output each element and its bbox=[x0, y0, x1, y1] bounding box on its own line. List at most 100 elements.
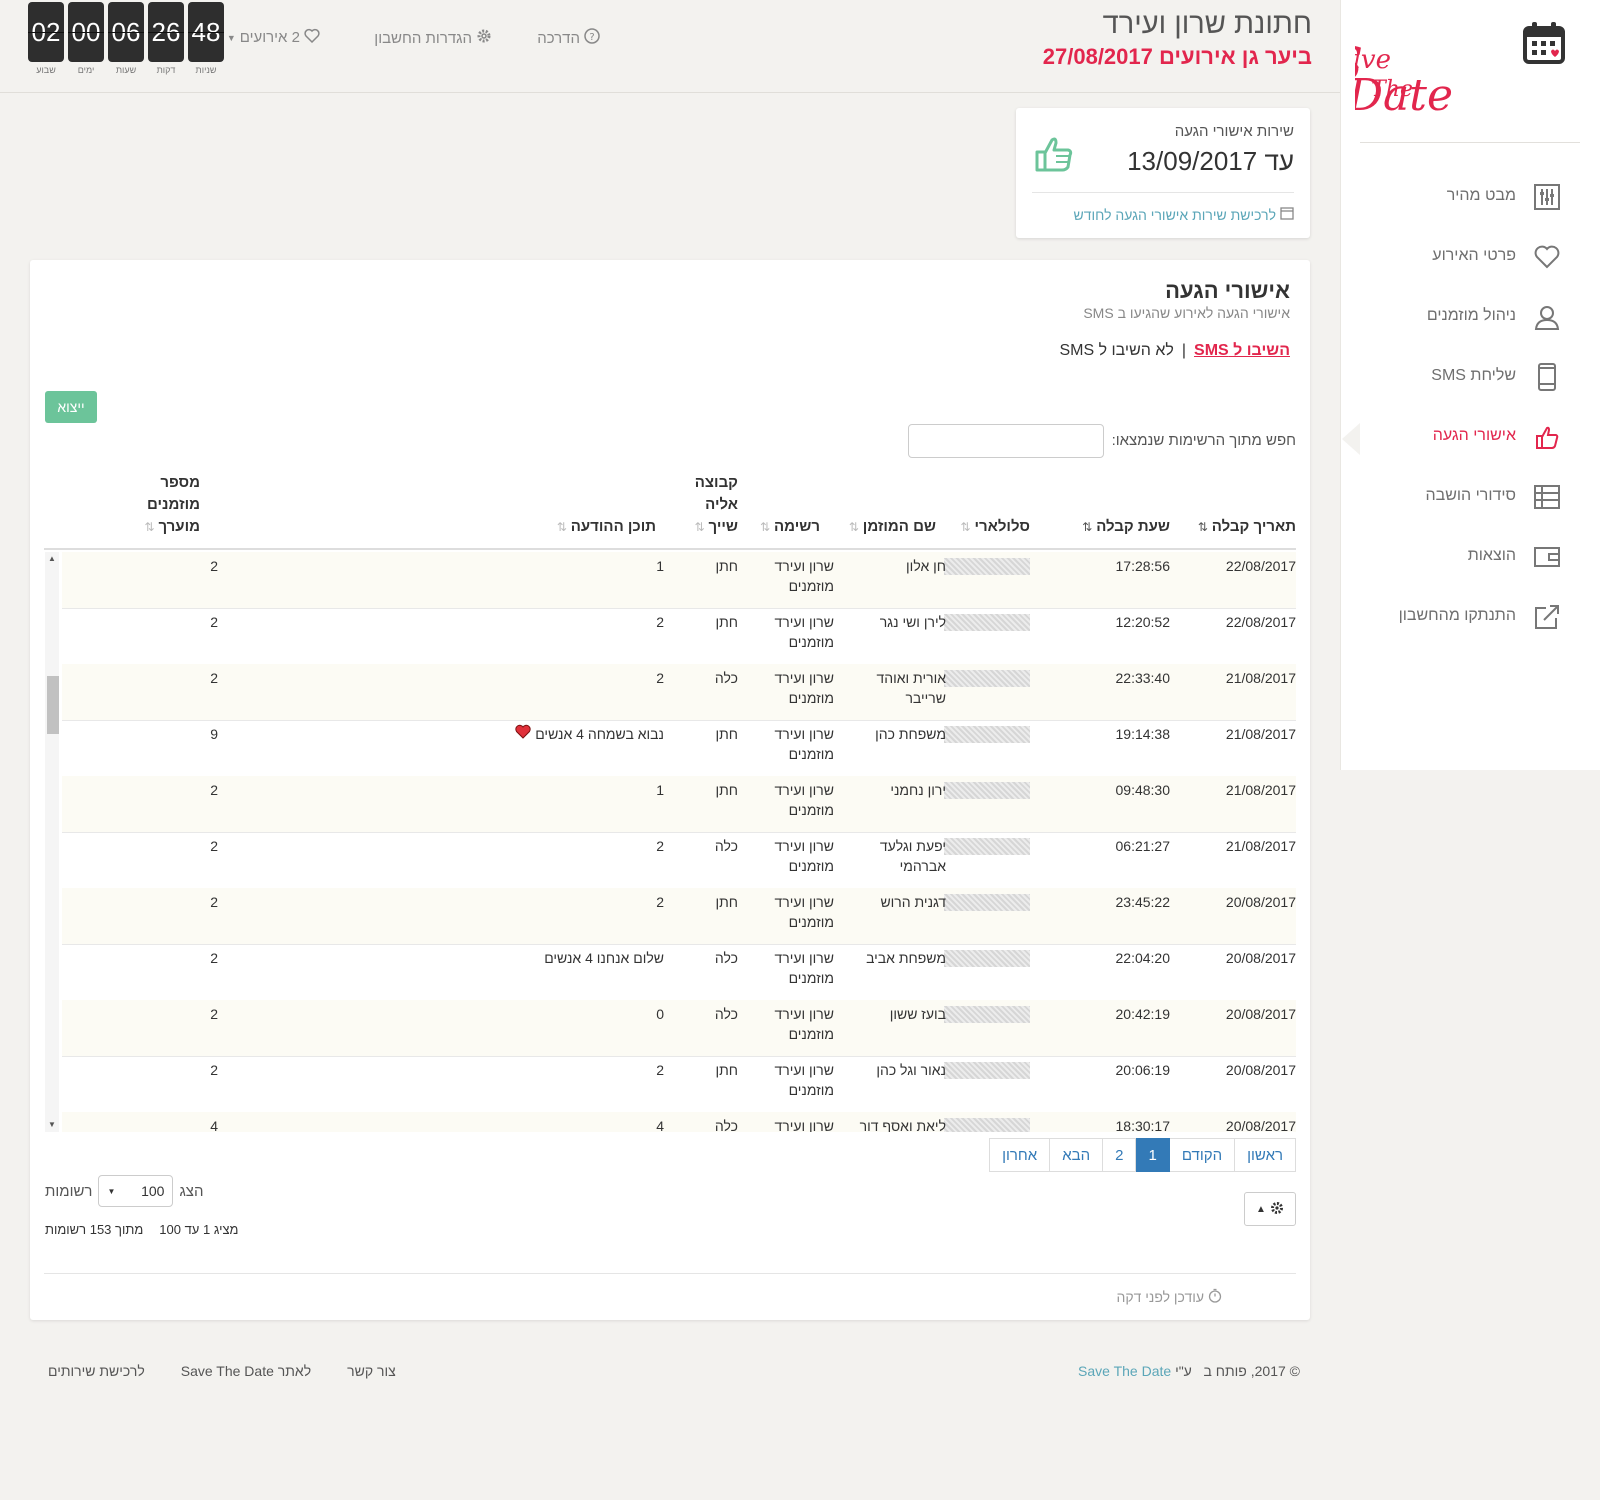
phone-redacted bbox=[944, 1006, 1030, 1023]
table-row[interactable]: 22/08/2017 17:28:56 חן אלון שרון ועירד מוזמ… bbox=[62, 552, 1296, 609]
page-2[interactable]: 2 bbox=[1102, 1138, 1137, 1172]
table-row[interactable]: 21/08/2017 19:14:38 משפחת כהן שרון ועירד מו… bbox=[62, 720, 1296, 777]
cell-message: 2 bbox=[656, 670, 664, 686]
svg-text:Date: Date bbox=[1355, 70, 1453, 121]
calendar-icon bbox=[1280, 206, 1294, 223]
panel-subtitle: אישורי הגעה לאירוע שהגיעו ב SMS bbox=[1083, 305, 1290, 321]
sidebar-item-seating[interactable]: סידורי הושבה bbox=[1340, 474, 1600, 520]
table-row[interactable]: 20/08/2017 23:45:22 דגנית הרוש שרון ועירד מ… bbox=[62, 888, 1296, 945]
question-circle-icon: ? bbox=[584, 28, 600, 48]
countdown-seconds: 48 שניות bbox=[188, 2, 224, 75]
account-settings-link[interactable]: הגדרות החשבון bbox=[374, 28, 492, 48]
contact-link[interactable]: צור קשר bbox=[347, 1363, 396, 1379]
countdown-minutes: 26 דקות bbox=[148, 2, 184, 75]
col-time[interactable]: שעת קבלה⇅ bbox=[1060, 516, 1170, 538]
cell-name: אורית ואוהד שרייבר bbox=[876, 670, 946, 706]
phone-redacted bbox=[944, 670, 1030, 687]
thumbs-up-icon bbox=[1532, 423, 1562, 451]
cell-time: 19:14:38 bbox=[1115, 726, 1171, 742]
cell-list: שרון ועירד מוזמנים bbox=[774, 950, 834, 986]
table-row[interactable]: 20/08/2017 22:04:20 משפחת אביב שרון ועירד מ… bbox=[62, 944, 1296, 1001]
page-size-value: 100 bbox=[141, 1183, 165, 1199]
col-list[interactable]: רשימה⇅ bbox=[750, 516, 820, 538]
cell-message: 2 bbox=[656, 838, 664, 854]
caret-up-icon: ▲ bbox=[1256, 1203, 1266, 1215]
last-updated: עודכן לפני דקה bbox=[1116, 1288, 1222, 1306]
cell-group: כלה bbox=[714, 670, 738, 686]
table-scrollbar[interactable]: ▲ ▼ bbox=[45, 552, 59, 1132]
phone-redacted bbox=[944, 614, 1030, 631]
scroll-down-arrow[interactable]: ▼ bbox=[45, 1118, 59, 1132]
sidebar-item-send-sms[interactable]: שליחת SMS bbox=[1340, 354, 1600, 400]
cell-guests: 2 bbox=[210, 782, 218, 798]
records-info: מציג 1 עד 100 מתוך 153 רשומות bbox=[45, 1222, 238, 1237]
col-guest-name[interactable]: שם המוזמן⇅ bbox=[836, 516, 936, 538]
cell-list: שרון ועירד מוזמנים bbox=[774, 1062, 834, 1098]
cell-group: חתן bbox=[715, 782, 738, 798]
table-row[interactable]: 22/08/2017 12:20:52 לירן ושי נגר שרון ועירד… bbox=[62, 608, 1296, 665]
sidebar-item-label: פרטי האירוע bbox=[1432, 247, 1516, 264]
cell-name: נאור וגל כהן bbox=[876, 1062, 946, 1078]
pagination: ראשון הקודם 1 2 הבא אחרון bbox=[989, 1138, 1296, 1172]
page-prev[interactable]: הקודם bbox=[1168, 1138, 1236, 1172]
page-first[interactable]: ראשון bbox=[1234, 1138, 1296, 1172]
sidebar-item-rsvp[interactable]: אישורי הגעה bbox=[1340, 414, 1600, 460]
cell-name: משפחת כהן bbox=[875, 726, 946, 742]
col-guest-count[interactable]: מספר מוזמנים מוערך⇅ bbox=[114, 472, 200, 538]
sidebar-item-expenses[interactable]: הוצאות bbox=[1340, 534, 1600, 580]
page-next[interactable]: הבא bbox=[1049, 1138, 1104, 1172]
rsvp-panel: אישורי הגעה אישורי הגעה לאירוע שהגיעו ב … bbox=[30, 260, 1310, 1320]
sliders-icon bbox=[1532, 183, 1562, 211]
search-input[interactable] bbox=[908, 424, 1104, 458]
sidebar-item-label: הוצאות bbox=[1467, 547, 1516, 564]
buy-services-link[interactable]: לרכישת שירותים bbox=[48, 1363, 145, 1379]
save-the-date-logo[interactable]: S ave The Date bbox=[1331, 18, 1580, 128]
help-link[interactable]: ? הדרכה bbox=[537, 28, 600, 48]
table-row[interactable]: 21/08/2017 06:21:27 יפעת וגלעד אברהמי שרון … bbox=[62, 832, 1296, 889]
buy-service-label: לרכישת שירות אישורי הגעה לחודש bbox=[1073, 206, 1276, 223]
site-link[interactable]: לאתר Save The Date bbox=[181, 1363, 311, 1379]
page-size-select[interactable]: ▼ 100 bbox=[98, 1175, 174, 1207]
cell-message: 2 bbox=[656, 894, 664, 910]
table-row[interactable]: 21/08/2017 22:33:40 אורית ואוהד שרייבר שרון… bbox=[62, 664, 1296, 721]
sidebar-item-event-details[interactable]: פרטי האירוע bbox=[1340, 234, 1600, 280]
filter-not-replied[interactable]: לא השיבו ל SMS bbox=[1059, 342, 1173, 360]
col-phone[interactable]: סלולארי⇅ bbox=[950, 516, 1030, 538]
filter-separator: | bbox=[1181, 342, 1187, 359]
sidebar-item-logout[interactable]: התנתקו מהחשבון bbox=[1340, 594, 1600, 640]
table-settings-button[interactable]: ▲ bbox=[1244, 1192, 1296, 1226]
copyright: © 2017, פותח ב ע"י Save The Date bbox=[1078, 1363, 1300, 1379]
col-date[interactable]: תאריך קבלה⇅ bbox=[1186, 516, 1296, 538]
sidebar-item-dashboard[interactable]: מבט מהיר bbox=[1340, 174, 1600, 220]
countdown-week: 02 שבוע bbox=[28, 2, 64, 75]
stopwatch-icon bbox=[1208, 1288, 1222, 1306]
filter-replied[interactable]: השיבו ל SMS bbox=[1194, 342, 1290, 360]
table-row[interactable]: 20/08/2017 20:42:19 בועז ששון שרון ועירד מו… bbox=[62, 1000, 1296, 1057]
page-size-control: הצג ▼ 100 רשומות bbox=[45, 1175, 203, 1207]
page-1[interactable]: 1 bbox=[1135, 1138, 1170, 1172]
cell-list: שרון ועירד מוזמנים bbox=[774, 894, 834, 930]
table-row[interactable]: 20/08/2017 20:06:19 נאור וגל כהן שרון ועירד… bbox=[62, 1056, 1296, 1113]
col-message[interactable]: תוכן ההודעה⇅ bbox=[536, 516, 656, 538]
phone-redacted bbox=[944, 1118, 1030, 1132]
help-label: הדרכה bbox=[537, 29, 580, 47]
cell-guests: 2 bbox=[210, 1062, 218, 1078]
table-row[interactable]: 21/08/2017 09:48:30 ירון נחמני שרון ועירד מ… bbox=[62, 776, 1296, 833]
cell-list: שרון ועירד מוזמנים bbox=[774, 614, 834, 650]
col-group[interactable]: קבוצה אליה שייך⇅ bbox=[666, 472, 738, 538]
countdown-days: 00 ימים bbox=[68, 2, 104, 75]
events-dropdown[interactable]: 2 אירועים ▼ bbox=[227, 28, 320, 47]
page-last[interactable]: אחרון bbox=[989, 1138, 1051, 1172]
buy-service-link[interactable]: לרכישת שירות אישורי הגעה לחודש bbox=[1074, 206, 1294, 223]
scrollbar-thumb[interactable] bbox=[47, 676, 59, 734]
cell-guests: 2 bbox=[210, 614, 218, 630]
table-row[interactable]: 20/08/2017 18:30:17 ליאת ואסף דור שרון ועיר… bbox=[62, 1112, 1296, 1132]
sidebar-item-label: מבט מהיר bbox=[1446, 187, 1516, 204]
export-button[interactable]: ייצוא bbox=[45, 391, 97, 423]
brand-link[interactable]: Save The Date bbox=[1078, 1363, 1171, 1379]
cell-group: חתן bbox=[715, 726, 738, 742]
cell-list: שרון ועירד מוזמנים bbox=[774, 782, 834, 818]
scroll-up-arrow[interactable]: ▲ bbox=[45, 552, 59, 566]
gear-icon bbox=[476, 28, 492, 48]
sidebar-item-guests[interactable]: ניהול מוזמנים bbox=[1340, 294, 1600, 340]
